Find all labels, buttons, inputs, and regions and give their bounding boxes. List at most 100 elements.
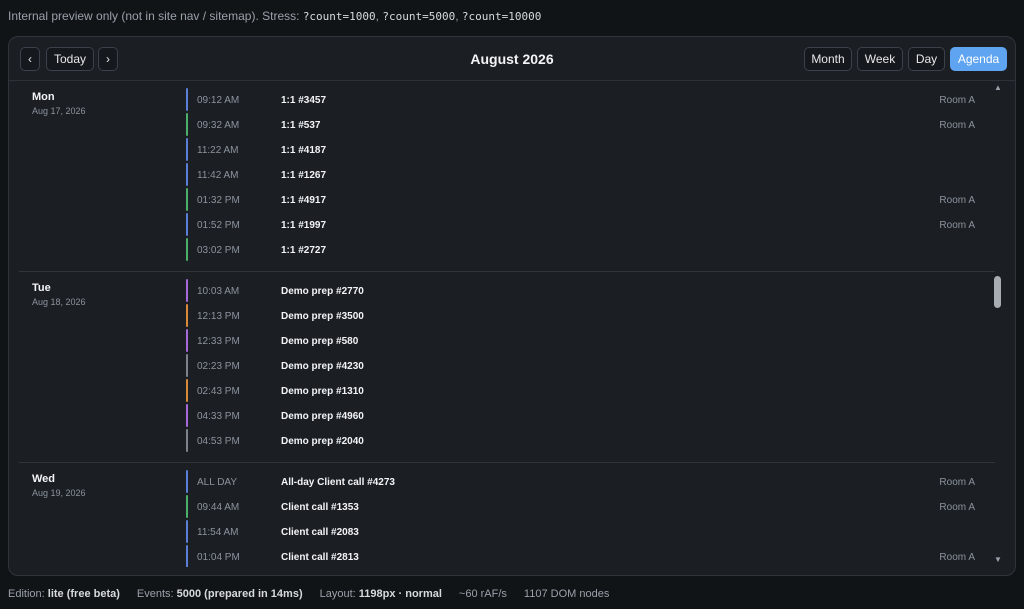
event-color-bar	[186, 354, 188, 377]
calendar-toolbar: ‹ Today › August 2026 Month Week Day Age…	[9, 37, 1015, 81]
event-time: 11:42 AM	[197, 170, 239, 181]
event-title: Demo prep #2770	[281, 286, 364, 297]
agenda-event[interactable]: 02:23 PM Demo prep #4230	[186, 354, 995, 379]
status-value: 1198px · normal	[358, 588, 442, 600]
view-month-button[interactable]: Month	[804, 47, 852, 71]
event-time: 11:54 AM	[197, 527, 239, 538]
event-title: Client call #2083	[281, 527, 359, 538]
agenda-event[interactable]: 02:43 PM Demo prep #1310	[186, 379, 995, 404]
agenda-event[interactable]: 09:32 AM 1:1 #537 Room A	[186, 113, 995, 138]
agenda-event[interactable]: 11:54 AM Client call #2083	[186, 520, 995, 545]
agenda-scrollbar[interactable]: ▲ ▼	[991, 81, 1005, 567]
event-color-bar	[186, 163, 188, 186]
event-time: 09:44 AM	[197, 502, 240, 513]
agenda-event[interactable]: 11:42 AM 1:1 #1267	[186, 163, 995, 188]
event-time: 10:03 AM	[197, 286, 240, 297]
scroll-up-icon[interactable]: ▲	[993, 83, 1003, 93]
calendar-panel: ‹ Today › August 2026 Month Week Day Age…	[8, 36, 1016, 576]
event-color-bar	[186, 379, 188, 402]
event-time: 09:12 AM	[197, 95, 240, 106]
day-date: Aug 17, 2026	[32, 106, 86, 116]
event-title: Demo prep #4230	[281, 361, 364, 372]
agenda-event[interactable]: 01:52 PM 1:1 #1997 Room A	[186, 213, 995, 238]
agenda-event[interactable]: 12:33 PM Demo prep #580	[186, 329, 995, 354]
event-time: 04:33 PM	[197, 411, 240, 422]
status-value: lite (free beta)	[47, 588, 120, 600]
event-time: 09:32 AM	[197, 120, 240, 131]
event-title: 1:1 #1997	[281, 220, 327, 231]
stress-link-5000[interactable]: ?count=5000	[382, 10, 455, 23]
agenda-event[interactable]: 11:22 AM 1:1 #4187	[186, 138, 995, 163]
status-item: Layout: 1198px · normal	[320, 588, 442, 600]
event-time: 02:23 PM	[197, 361, 240, 372]
event-title: Demo prep #2040	[281, 436, 364, 447]
agenda-event[interactable]: 03:02 PM 1:1 #2727	[186, 238, 995, 263]
event-color-bar	[186, 329, 188, 352]
event-color-bar	[186, 238, 188, 261]
scroll-thumb[interactable]	[994, 276, 1001, 308]
agenda-event[interactable]: 04:53 PM Demo prep #2040	[186, 429, 995, 454]
event-room: Room A	[939, 477, 975, 488]
event-title: 1:1 #4917	[281, 195, 327, 206]
agenda-event[interactable]: 12:13 PM Demo prep #3500	[186, 304, 995, 329]
agenda-event[interactable]: 09:44 AM Client call #1353 Room A	[186, 495, 995, 520]
event-title: 1:1 #537	[281, 120, 321, 131]
day-label: Mon Aug 17, 2026	[32, 91, 86, 116]
event-color-bar	[186, 88, 188, 111]
event-title: Client call #1353	[281, 502, 359, 513]
day-label: Tue Aug 18, 2026	[32, 282, 86, 307]
agenda-event[interactable]: ALL DAY All-day Client call #4273 Room A	[186, 470, 995, 495]
event-color-bar	[186, 113, 188, 136]
event-room: Room A	[939, 552, 975, 563]
event-color-bar	[186, 279, 188, 302]
event-title: Demo prep #580	[281, 336, 359, 347]
internal-preview-notice: Internal preview only (not in site nav /…	[8, 9, 542, 23]
event-color-bar	[186, 304, 188, 327]
event-color-bar	[186, 213, 188, 236]
notice-text: Internal preview only (not in site nav /…	[8, 9, 300, 23]
view-week-button[interactable]: Week	[857, 47, 903, 71]
agenda-day-tue: Tue Aug 18, 2026 10:03 AM Demo prep #2770 12…	[19, 272, 995, 463]
status-value: ~60 rAF/s	[458, 588, 507, 600]
event-time: 01:32 PM	[197, 195, 240, 206]
status-value: 1107 DOM nodes	[523, 588, 610, 600]
status-label: Layout:	[319, 588, 356, 600]
event-title: Client call #2813	[281, 552, 359, 563]
event-color-bar	[186, 429, 188, 452]
day-name: Mon	[32, 91, 55, 103]
scroll-down-icon[interactable]: ▼	[993, 555, 1003, 565]
event-title: 1:1 #1267	[281, 170, 327, 181]
event-title: 1:1 #3457	[281, 95, 327, 106]
status-label: Events:	[136, 588, 174, 600]
event-time: 02:43 PM	[197, 386, 240, 397]
agenda-event[interactable]: 01:04 PM Client call #2813 Room A	[186, 545, 995, 567]
event-title: All-day Client call #4273	[281, 477, 395, 488]
event-room: Room A	[939, 502, 975, 513]
status-item: Edition: lite (free beta)	[8, 588, 120, 600]
agenda-event[interactable]: 09:12 AM 1:1 #3457 Room A	[186, 88, 995, 113]
event-color-bar	[186, 520, 188, 543]
event-title: 1:1 #4187	[281, 145, 327, 156]
event-time: 04:53 PM	[197, 436, 240, 447]
stress-link-1000[interactable]: ?count=1000	[303, 10, 376, 23]
status-label: Edition:	[8, 588, 45, 600]
event-title: Demo prep #4960	[281, 411, 364, 422]
status-item: 1107 DOM nodes	[524, 588, 609, 600]
agenda-day-wed: Wed Aug 19, 2026 ALL DAY All-day Client cal…	[19, 463, 995, 567]
view-day-button[interactable]: Day	[908, 47, 945, 71]
event-time: 11:22 AM	[197, 145, 239, 156]
event-time: ALL DAY	[197, 477, 238, 488]
view-agenda-button[interactable]: Agenda	[950, 47, 1007, 71]
agenda-event[interactable]: 10:03 AM Demo prep #2770	[186, 279, 995, 304]
stress-link-10000[interactable]: ?count=10000	[462, 10, 541, 23]
agenda-event[interactable]: 01:32 PM 1:1 #4917 Room A	[186, 188, 995, 213]
agenda-list[interactable]: Mon Aug 17, 2026 09:12 AM 1:1 #3457 Room A 09…	[19, 81, 995, 567]
event-color-bar	[186, 138, 188, 161]
status-bar: Edition: lite (free beta) Events: 5000 (p…	[8, 588, 609, 600]
status-item: ~60 rAF/s	[459, 588, 507, 600]
day-date: Aug 19, 2026	[32, 488, 86, 498]
event-title: Demo prep #3500	[281, 311, 364, 322]
agenda-event[interactable]: 04:33 PM Demo prep #4960	[186, 404, 995, 429]
event-room: Room A	[939, 220, 975, 231]
day-name: Tue	[32, 282, 51, 294]
